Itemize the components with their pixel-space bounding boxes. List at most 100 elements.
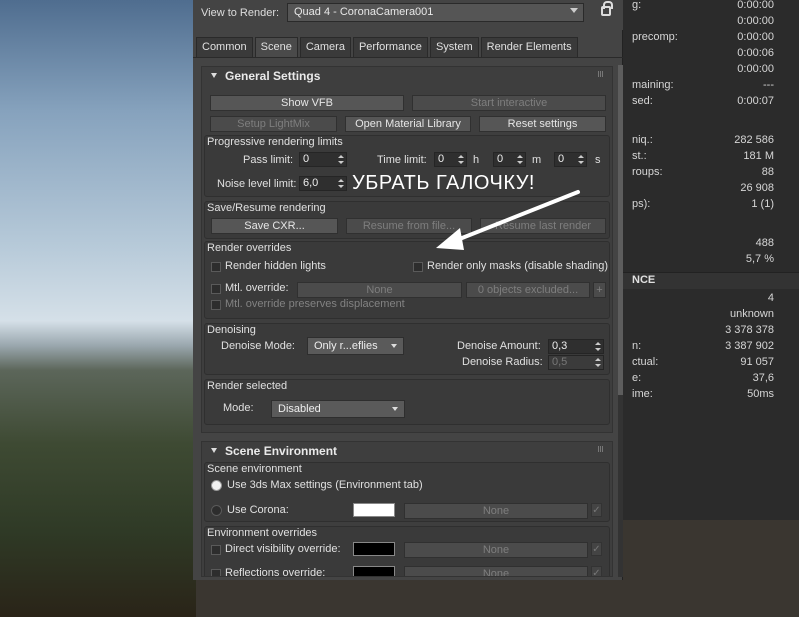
collapse-triangle-icon	[211, 73, 217, 78]
corona-color-swatch[interactable]	[353, 503, 395, 517]
setup-lightmix-button[interactable]: Setup LightMix	[210, 116, 337, 132]
progressive-limits-title: Progressive rendering limits	[207, 136, 343, 148]
tab-camera[interactable]: Camera	[299, 37, 351, 57]
use-corona-radio[interactable]	[211, 505, 222, 516]
render-setup-dialog: View to Render: Quad 4 - CoronaCamera001…	[193, 0, 623, 580]
mtl-override-label: Mtl. override:	[225, 282, 289, 294]
reflections-checkbox[interactable]	[211, 569, 221, 576]
tab-performance[interactable]: Performance	[352, 37, 428, 57]
scene-environment-group: Scene environment Use 3ds Max settings (…	[204, 462, 610, 522]
mtl-override-material-button[interactable]: None	[297, 282, 462, 298]
start-interactive-button[interactable]: Start interactive	[412, 95, 606, 111]
stat2-label-4: ctual:	[632, 356, 659, 368]
reflections-color-swatch[interactable]	[353, 566, 395, 576]
time-seconds-spinner[interactable]: 0	[554, 152, 587, 167]
noise-level-value: 6,0	[303, 177, 319, 189]
noise-level-spinner[interactable]: 6,0	[299, 176, 347, 191]
use-3ds-max-radio[interactable]	[211, 480, 222, 491]
stat-value-7: 282 586	[734, 134, 774, 146]
reset-settings-button[interactable]: Reset settings	[479, 116, 606, 132]
spin-down-icon	[595, 348, 601, 351]
spin-up-icon	[578, 155, 584, 158]
collapse-triangle-icon	[211, 448, 217, 453]
render-selected-mode-select[interactable]: Disabled	[271, 400, 405, 418]
direct-visibility-color-swatch[interactable]	[353, 542, 395, 556]
stat-value-13: 5,7 %	[745, 253, 774, 265]
view-to-render-label: View to Render:	[201, 7, 280, 19]
save-resume-title: Save/Resume rendering	[207, 202, 326, 214]
open-material-library-button[interactable]: Open Material Library	[345, 116, 471, 132]
drag-handle-icon	[598, 71, 604, 77]
scene-environment-header[interactable]: Scene Environment	[202, 442, 612, 459]
minutes-unit: m	[532, 154, 542, 166]
seconds-unit: s	[595, 154, 601, 166]
stat2-label-5: e:	[632, 372, 642, 384]
tab-render-elements[interactable]: Render Elements	[480, 37, 578, 57]
objects-excluded-button[interactable]: 0 objects excluded...	[466, 282, 590, 298]
mtl-override-checkbox[interactable]	[211, 284, 221, 294]
view-to-render-value: Quad 4 - CoronaCamera001	[294, 6, 434, 18]
tab-scene[interactable]: Scene	[254, 37, 298, 58]
stat-value-0: 0:00:00	[737, 0, 774, 11]
denoise-amount-value: 0,3	[552, 340, 568, 352]
spin-up-icon	[595, 342, 601, 345]
denoise-radius-spinner[interactable]: 0,5	[548, 355, 604, 370]
save-cxr-button[interactable]: Save CXR...	[211, 218, 338, 234]
spin-up-icon	[458, 155, 464, 158]
stat-value-2: 0:00:00	[737, 31, 774, 43]
corona-env-map-button[interactable]: None	[404, 503, 588, 519]
direct-visibility-map-button[interactable]: None	[404, 542, 588, 558]
time-hours-spinner[interactable]: 0	[434, 152, 467, 167]
direct-visibility-map-toggle[interactable]: ✓	[591, 542, 602, 556]
scrollbar-thumb[interactable]	[618, 65, 623, 395]
stat-value-5: ---	[763, 79, 774, 91]
tab-common[interactable]: Common	[196, 37, 253, 57]
denoise-mode-label: Denoise Mode:	[221, 340, 295, 352]
stat2-label-3: n:	[632, 340, 642, 352]
render-hidden-lights-label: Render hidden lights	[225, 260, 326, 272]
reflections-map-toggle[interactable]: ✓	[591, 566, 602, 576]
stat-value-10: 26 908	[740, 182, 774, 194]
stat-value-9: 88	[761, 166, 774, 178]
environment-overrides-title: Environment overrides	[207, 527, 318, 539]
direct-visibility-checkbox[interactable]	[211, 545, 221, 555]
time-minutes-spinner[interactable]: 0	[493, 152, 526, 167]
show-vfb-button[interactable]: Show VFB	[210, 95, 404, 111]
corona-env-map-toggle[interactable]: ✓	[591, 503, 602, 517]
environment-overrides-group: Environment overrides Direct visibility …	[204, 526, 610, 576]
spin-down-icon	[338, 185, 344, 188]
spin-up-icon	[338, 179, 344, 182]
render-hidden-lights-checkbox[interactable]	[211, 262, 221, 272]
time-limit-label: Time limit:	[377, 154, 427, 166]
mtl-preserves-checkbox[interactable]	[211, 300, 221, 310]
time-seconds-value: 0	[558, 153, 565, 165]
denoise-mode-select[interactable]: Only r...eflies	[307, 337, 404, 355]
denoising-group: Denoising Denoise Mode: Only r...eflies …	[204, 323, 610, 375]
view-to-render-bar: View to Render: Quad 4 - CoronaCamera001	[193, 0, 623, 30]
scene-environment-rollup: Scene Environment Scene environment Use …	[201, 441, 613, 577]
tab-bar: Common Scene Camera Performance System R…	[196, 37, 580, 58]
drag-handle-icon	[598, 446, 604, 452]
chevron-down-icon	[391, 344, 397, 348]
scene-environment-group-title: Scene environment	[207, 463, 302, 475]
add-exclusion-button[interactable]: +	[593, 282, 606, 298]
pass-limit-value: 0	[303, 153, 310, 165]
denoise-mode-value: Only r...eflies	[314, 340, 378, 352]
view-to-render-select[interactable]: Quad 4 - CoronaCamera001	[287, 3, 584, 22]
tab-system[interactable]: System	[429, 37, 479, 57]
lock-icon[interactable]	[601, 1, 613, 16]
stat-value-12: 488	[755, 237, 774, 249]
denoise-amount-spinner[interactable]: 0,3	[548, 339, 604, 354]
pass-limit-spinner[interactable]: 0	[299, 152, 347, 167]
spin-down-icon	[578, 161, 584, 164]
stat2-value-5: 37,6	[752, 372, 774, 384]
hours-unit: h	[473, 154, 480, 166]
general-settings-header[interactable]: General Settings	[202, 67, 612, 84]
render-only-masks-checkbox[interactable]	[413, 262, 423, 272]
stat-label-7: niq.:	[632, 134, 653, 146]
spin-down-icon	[595, 364, 601, 367]
mtl-preserves-label: Mtl. override preserves displacement	[225, 298, 405, 310]
reflections-map-button[interactable]: None	[404, 566, 588, 576]
stat2-value-4: 91 057	[740, 356, 774, 368]
dialog-scrollbar[interactable]	[618, 65, 623, 577]
